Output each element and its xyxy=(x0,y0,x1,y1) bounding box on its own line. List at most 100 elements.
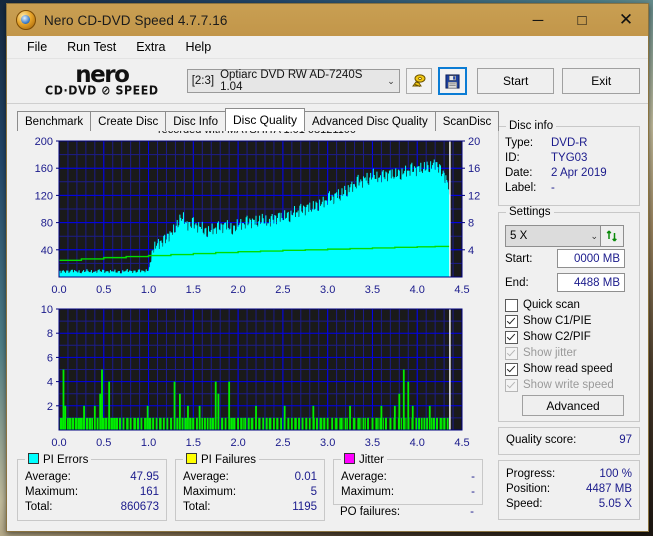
progress-row: Progress: 100 % xyxy=(506,468,632,480)
pi-errors-color-swatch xyxy=(28,453,39,464)
checkbox-box xyxy=(505,314,518,328)
menu-file[interactable]: File xyxy=(17,38,57,56)
svg-text:16: 16 xyxy=(468,163,480,175)
svg-text:2.5: 2.5 xyxy=(275,284,290,296)
svg-text:4: 4 xyxy=(468,245,474,257)
jitter-color-swatch xyxy=(344,453,355,464)
minimize-button[interactable]: ─ xyxy=(516,4,560,36)
checkbox-show-c1-pie[interactable]: Show C1/PIE xyxy=(505,313,614,329)
disc-quality-panel: recorded with MATSHITA 1.01 08121100 408… xyxy=(11,120,644,527)
checkbox-box xyxy=(505,362,518,376)
tab-disc-info[interactable]: Disc Info xyxy=(165,111,226,131)
svg-text:0.0: 0.0 xyxy=(51,437,66,449)
svg-text:4: 4 xyxy=(47,377,53,389)
disc-date-row: Date: 2 Apr 2019 xyxy=(505,167,607,179)
eject-disc-button[interactable] xyxy=(405,68,433,94)
tab-disc-quality[interactable]: Disc Quality xyxy=(225,108,306,131)
svg-text:2.0: 2.0 xyxy=(230,284,245,296)
pi-failures-average-row: Average: 0.01 xyxy=(183,471,317,483)
status-group: Progress: 100 % Position: 4487 MB Speed:… xyxy=(498,460,640,520)
drive-index: [2:3] xyxy=(191,75,215,87)
drive-select[interactable]: [2:3] Optiarc DVD RW AD-7240S 1.04 ⌄ xyxy=(186,69,400,93)
end-input[interactable]: 4488 MB xyxy=(557,273,625,292)
speed-value: 5 X xyxy=(510,230,528,242)
charts-area: recorded with MATSHITA 1.01 08121100 408… xyxy=(17,124,497,455)
checkbox-box xyxy=(505,298,518,312)
checkbox-show-jitter: Show jitter xyxy=(505,345,614,361)
application-window: Nero CD-DVD Speed 4.7.7.16 ─ □ ✕ File Ru… xyxy=(6,3,649,532)
tab-benchmark[interactable]: Benchmark xyxy=(17,111,92,131)
start-button[interactable]: Start xyxy=(476,68,555,94)
svg-text:8: 8 xyxy=(468,218,474,230)
svg-text:4.0: 4.0 xyxy=(410,284,425,296)
maximize-button[interactable]: □ xyxy=(560,4,604,36)
svg-text:2.0: 2.0 xyxy=(230,437,245,449)
svg-text:3.0: 3.0 xyxy=(320,284,335,296)
checkbox-show-c2-pif[interactable]: Show C2/PIF xyxy=(505,329,614,345)
pi-errors-total-row: Total: 860673 xyxy=(25,501,159,513)
nero-logo: nero CD·DVD ⊘ SPEED xyxy=(31,61,173,101)
pif-chart: 2 4 6 8 10 0.0 0.5 1.0 1.5 2.0 2.5 3.0 3.5 4.0 4.5 xyxy=(17,305,497,455)
svg-text:1.0: 1.0 xyxy=(141,437,156,449)
start-input[interactable]: 0000 MB xyxy=(557,249,625,268)
svg-text:2: 2 xyxy=(47,401,53,413)
pi-failures-color-swatch xyxy=(186,453,197,464)
save-results-button[interactable] xyxy=(438,67,467,95)
checkbox-show-write-speed: Show write speed xyxy=(505,377,614,393)
checkbox-box xyxy=(505,330,518,344)
svg-text:4.0: 4.0 xyxy=(410,437,425,449)
svg-text:2.5: 2.5 xyxy=(275,437,290,449)
svg-text:20: 20 xyxy=(468,137,480,148)
tab-scandisc[interactable]: ScanDisc xyxy=(434,111,500,131)
speed-row: Speed: 5.05 X xyxy=(506,498,632,510)
settings-group: Settings 5 X ⌄ Start: 0000 MB End: 4488 … xyxy=(498,206,640,422)
tab-create-disc[interactable]: Create Disc xyxy=(90,111,167,131)
tab-advanced-disc-quality[interactable]: Advanced Disc Quality xyxy=(304,111,436,131)
refresh-speed-button[interactable] xyxy=(600,225,624,247)
svg-text:0.0: 0.0 xyxy=(51,284,66,296)
speed-select[interactable]: 5 X ⌄ xyxy=(505,225,603,247)
svg-text:0.5: 0.5 xyxy=(96,437,111,449)
pi-errors-legend: PI Errors xyxy=(25,453,92,466)
advanced-button[interactable]: Advanced xyxy=(522,395,624,416)
jitter-group: Jitter Average: - Maximum: - xyxy=(333,453,483,505)
start-label: Start: xyxy=(505,253,533,265)
window-title: Nero CD-DVD Speed 4.7.7.16 xyxy=(44,12,228,28)
pi-failures-group: PI Failures Average: 0.01 Maximum: 5 Tot… xyxy=(175,453,325,521)
svg-text:8: 8 xyxy=(47,328,53,340)
svg-text:160: 160 xyxy=(35,163,53,175)
pie-chart: 40 80 120 160 200 4 8 12 16 20 0.0 0.5 1.0 1.5 2.0 2.5 3… xyxy=(17,137,497,302)
po-failures-row: PO failures: - xyxy=(340,506,474,518)
refresh-arrows-icon xyxy=(606,230,617,242)
settings-legend: Settings xyxy=(506,206,554,218)
svg-text:120: 120 xyxy=(35,190,53,202)
menu-extra[interactable]: Extra xyxy=(126,38,175,56)
pi-errors-average-row: Average: 47.95 xyxy=(25,471,159,483)
disc-type-row: Type: DVD-R xyxy=(505,137,588,149)
position-row: Position: 4487 MB xyxy=(506,483,632,495)
end-label: End: xyxy=(505,277,529,289)
svg-text:3.5: 3.5 xyxy=(365,437,380,449)
svg-text:4.5: 4.5 xyxy=(454,437,469,449)
drive-name: Optiarc DVD RW AD-7240S 1.04 xyxy=(220,69,363,93)
chevron-down-icon: ⌄ xyxy=(590,230,598,241)
pi-failures-maximum-row: Maximum: 5 xyxy=(183,486,317,498)
jitter-legend: Jitter xyxy=(341,453,387,466)
svg-text:12: 12 xyxy=(468,190,480,202)
menu-run-test[interactable]: Run Test xyxy=(57,38,126,56)
exit-button[interactable]: Exit xyxy=(562,68,641,94)
menu-bar: File Run Test Extra Help xyxy=(7,36,648,59)
menu-help[interactable]: Help xyxy=(175,38,221,56)
disc-label-row: Label: - xyxy=(505,182,555,194)
quality-score-group: Quality score: 97 xyxy=(498,427,640,455)
svg-text:4.5: 4.5 xyxy=(454,284,469,296)
svg-text:3.0: 3.0 xyxy=(320,437,335,449)
pi-errors-maximum-row: Maximum: 161 xyxy=(25,486,159,498)
close-button[interactable]: ✕ xyxy=(604,4,648,36)
checkbox-quick-scan[interactable]: Quick scan xyxy=(505,297,614,313)
checkbox-show-read-speed[interactable]: Show read speed xyxy=(505,361,614,377)
svg-text:80: 80 xyxy=(41,218,53,230)
jitter-maximum-row: Maximum: - xyxy=(341,486,475,498)
toolbar: nero CD·DVD ⊘ SPEED [2:3] Optiarc DVD RW… xyxy=(7,59,648,104)
disc-id-row: ID: TYG03 xyxy=(505,152,588,164)
